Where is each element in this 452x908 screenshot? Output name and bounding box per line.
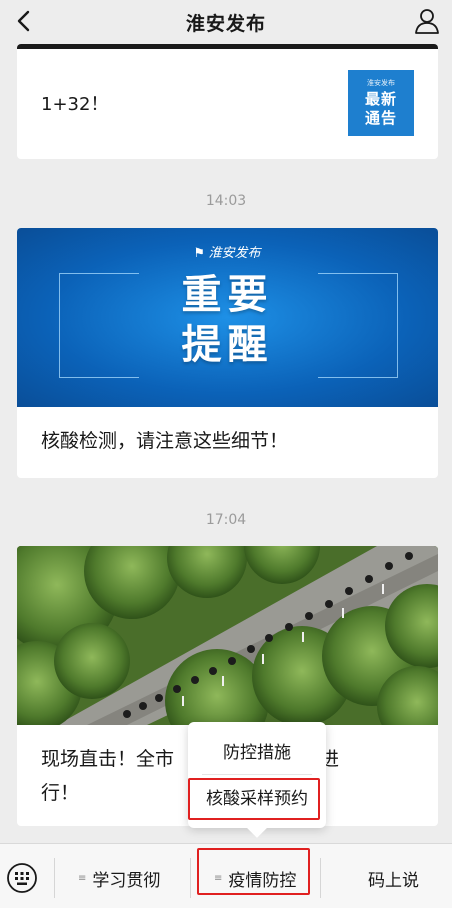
article-thumbnail: 淮安发布 最新 通告 xyxy=(348,70,414,136)
submenu-indicator-icon: ≡ xyxy=(214,873,223,884)
article-banner-image: ⚑ 淮安发布 重要 提醒 xyxy=(17,228,438,407)
article-photo xyxy=(17,546,438,725)
menu-divider xyxy=(320,858,321,898)
article-card-notice[interactable]: 1+32！ 淮安发布 最新 通告 xyxy=(17,44,438,159)
card-top-edge xyxy=(17,44,438,49)
menu-item-label: 码上说 xyxy=(368,871,419,891)
top-bar: 淮安发布 xyxy=(0,0,452,44)
menu-item-study[interactable]: ≡ 学习贯彻 xyxy=(78,866,160,891)
brand-logo-icon: ⚑ xyxy=(194,246,205,261)
thumbnail-line-1: 最新 xyxy=(364,90,397,108)
bottom-menu-bar: ≡ 学习贯彻 ≡ 疫情防控 码上说 xyxy=(0,843,452,908)
message-timestamp: 14:03 xyxy=(205,193,247,209)
banner-line-1: 重要 xyxy=(181,272,274,318)
keyboard-icon[interactable] xyxy=(6,862,38,894)
menu-item-epidemic-prevention[interactable]: ≡ 疫情防控 xyxy=(214,866,296,891)
banner-line-2: 提醒 xyxy=(181,322,274,368)
profile-icon[interactable] xyxy=(412,6,442,36)
back-arrow-icon[interactable] xyxy=(10,6,40,36)
article-title: 1+32！ xyxy=(41,94,109,115)
banner-headline: 重要 提醒 xyxy=(17,270,438,370)
aerial-queue-photo xyxy=(17,546,438,725)
page-title: 淮安发布 xyxy=(185,12,266,35)
popup-arrow xyxy=(247,818,267,838)
menu-divider xyxy=(190,858,191,898)
menu-divider xyxy=(54,858,55,898)
menu-item-label: 学习贯彻 xyxy=(92,871,161,891)
banner-brand: ⚑ 淮安发布 xyxy=(17,242,438,261)
menu-item-code-talk[interactable]: 码上说 xyxy=(368,866,419,891)
article-title-start: 现场直击！全市 xyxy=(41,748,175,770)
submenu-item-prevention-measures[interactable]: 防控措施 xyxy=(188,738,326,763)
submenu-indicator-icon: ≡ xyxy=(78,873,87,884)
submenu-popup: 防控措施 核酸采样预约 xyxy=(188,722,326,838)
submenu-divider xyxy=(202,774,312,775)
banner-brand-text: 淮安发布 xyxy=(208,246,261,261)
thumbnail-brand: 淮安发布 xyxy=(367,79,395,87)
thumbnail-line-2: 通告 xyxy=(364,109,397,127)
menu-item-label: 疫情防控 xyxy=(228,871,297,891)
message-timestamp: 17:04 xyxy=(205,512,247,528)
submenu-item-test-booking[interactable]: 核酸采样预约 xyxy=(188,784,326,809)
article-card-reminder[interactable]: ⚑ 淮安发布 重要 提醒 核酸检测，请注意这些细节！ xyxy=(17,228,438,478)
article-title: 核酸检测，请注意这些细节！ xyxy=(41,430,289,452)
